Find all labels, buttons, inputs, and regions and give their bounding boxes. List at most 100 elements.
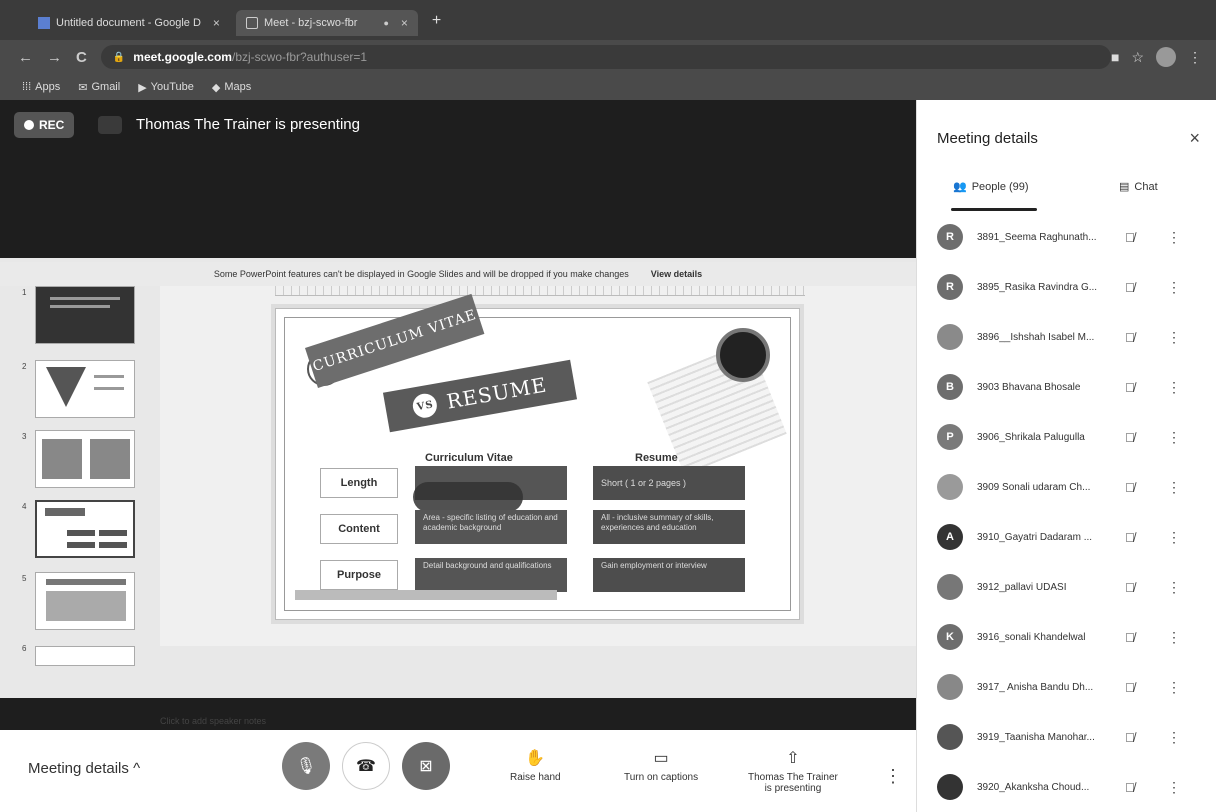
menu-icon[interactable]: ⋮: [1188, 49, 1202, 66]
tab-label: Meet - bzj-scwo-fbr: [263, 17, 358, 29]
participant-name: 3920_Akanksha Choud...: [977, 781, 1090, 793]
more-vert-icon[interactable]: ⋮: [1167, 729, 1181, 746]
tab-docs[interactable]: Untitled document - Google D ×: [28, 10, 230, 36]
star-icon[interactable]: ☆: [1131, 49, 1144, 66]
bookmark-apps[interactable]: ⁞⁞⁞ Apps: [22, 81, 60, 93]
more-vert-icon[interactable]: ⋮: [1167, 579, 1181, 596]
more-vert-icon[interactable]: ⋮: [1167, 779, 1181, 796]
participant-name: 3896__Ishshah Isabel M...: [977, 331, 1095, 343]
mic-muted-icon: 🎙̸: [1125, 729, 1135, 745]
camera-indicator-icon[interactable]: ■: [1111, 49, 1119, 65]
docs-icon: [38, 17, 50, 29]
participant-name: 3917_ Anisha Bandu Dh...: [977, 681, 1094, 693]
tab-indicator: [951, 208, 1037, 211]
participant-row[interactable]: A 3910_Gayatri Dadaram ... 🎙̸ ⋮: [917, 512, 1216, 562]
mic-toggle-button[interactable]: 🎙: [282, 742, 330, 790]
more-vert-icon[interactable]: ⋮: [1167, 429, 1181, 446]
participant-avatar: R: [937, 274, 963, 300]
address-bar[interactable]: 🔒 meet.google.com /bzj-scwo-fbr?authuser…: [100, 45, 1111, 69]
rec-badge: REC: [14, 112, 75, 138]
participant-row[interactable]: 3896__Ishshah Isabel M... 🎙̸ ⋮: [917, 312, 1216, 362]
recording-dot-icon: ●: [383, 18, 389, 28]
bookmark-label: YouTube: [150, 81, 194, 93]
slide-thumb[interactable]: [35, 286, 135, 344]
participant-row[interactable]: R 3891_Seema Raghunath... 🎙̸ ⋮: [917, 212, 1216, 262]
gmail-icon: ✉: [78, 81, 88, 94]
participant-avatar: [937, 774, 963, 800]
screen: Untitled document - Google D × Meet - bz…: [0, 0, 1216, 812]
present-icon: ⇧: [786, 750, 800, 767]
more-vert-icon[interactable]: ⋮: [1167, 329, 1181, 346]
more-vert-icon[interactable]: ⋮: [1167, 679, 1181, 696]
slide-thumb[interactable]: [35, 572, 135, 630]
slide-control-pill[interactable]: [413, 482, 523, 512]
slide-thumb-selected[interactable]: [35, 500, 135, 558]
mic-muted-icon: 🎙̸: [1125, 529, 1135, 545]
thumb-number: 6: [22, 644, 27, 653]
tab-meet[interactable]: Meet - bzj-scwo-fbr ● ×: [235, 10, 418, 36]
participant-row[interactable]: 3912_pallavi UDASI 🎙̸ ⋮: [917, 562, 1216, 612]
cv-cell: Detail background and qualifications: [415, 558, 567, 592]
participant-avatar: R: [937, 224, 963, 250]
maps-icon: ◆: [211, 81, 221, 94]
new-tab-button[interactable]: +: [424, 10, 449, 32]
participant-row[interactable]: 3919_Taanisha Manohar... 🎙̸ ⋮: [917, 712, 1216, 762]
captions-button[interactable]: ▭ Turn on captions: [624, 748, 698, 783]
meeting-details-toggle[interactable]: Meeting details ^: [28, 760, 140, 777]
view-details-link[interactable]: View details: [651, 269, 702, 279]
camera-toggle-button[interactable]: ⊠: [402, 742, 450, 790]
participant-row[interactable]: R 3895_Rasika Ravindra G... 🎙̸ ⋮: [917, 262, 1216, 312]
participant-row[interactable]: P 3906_Shrikala Palugulla 🎙̸ ⋮: [917, 412, 1216, 462]
slide[interactable]: CURRICULUM VITAE VS RESUME Curriculum Vit…: [275, 293, 800, 620]
tab-chat[interactable]: ▤ Chat: [1119, 180, 1158, 194]
row-label: Length: [320, 468, 398, 498]
raise-hand-button[interactable]: ✋ Raise hand: [510, 748, 561, 783]
bookmark-maps[interactable]: ◆ Maps: [212, 81, 251, 94]
toolbar-right: ■ ☆ ⋮: [1111, 47, 1216, 67]
tab-people-label: People (99): [971, 180, 1029, 193]
panel-title: Meeting details: [937, 130, 1038, 147]
mic-muted-icon: 🎙̸: [1125, 329, 1135, 345]
more-vert-icon[interactable]: ⋮: [1167, 229, 1181, 246]
back-icon[interactable]: ←: [18, 49, 33, 66]
tab-people[interactable]: 👥 People (99): [953, 180, 1029, 194]
participant-row[interactable]: K 3916_sonali Khandelwal 🎙̸ ⋮: [917, 612, 1216, 662]
presenter-avatar: [98, 116, 122, 134]
presenting-button[interactable]: ⇧ Thomas The Trainer is presenting: [748, 748, 838, 794]
slide-thumb[interactable]: [35, 430, 135, 488]
slide-thumb[interactable]: [35, 646, 135, 666]
thumb-number: 5: [22, 574, 27, 583]
participant-row[interactable]: 3920_Akanksha Choud... 🎙̸ ⋮: [917, 762, 1216, 812]
participant-row[interactable]: 3909 Sonali udaram Ch... 🎙̸ ⋮: [917, 462, 1216, 512]
browser-toolbar: ← → C 🔒 meet.google.com /bzj-scwo-fbr?au…: [0, 40, 1216, 74]
presenting-label-2: is presenting: [764, 783, 822, 794]
participant-avatar: A: [937, 524, 963, 550]
more-vert-icon[interactable]: ⋮: [1167, 479, 1181, 496]
bookmark-youtube[interactable]: ▶ YouTube: [138, 81, 194, 94]
close-icon[interactable]: ×: [1189, 128, 1200, 149]
slide-thumb[interactable]: [35, 360, 135, 418]
youtube-icon: ▶: [138, 81, 147, 94]
rec-label: REC: [39, 118, 65, 132]
speaker-notes[interactable]: Click to add speaker notes: [160, 716, 266, 726]
record-dot-icon: [24, 120, 34, 130]
bookmark-label: Apps: [35, 81, 61, 93]
more-vert-icon[interactable]: ⋮: [1167, 629, 1181, 646]
reload-icon[interactable]: C: [76, 49, 87, 66]
presenting-label-1: Thomas The Trainer: [748, 772, 838, 783]
participant-avatar: [937, 674, 963, 700]
more-options-icon[interactable]: ⋮: [884, 766, 902, 787]
more-vert-icon[interactable]: ⋮: [1167, 279, 1181, 296]
hang-up-button[interactable]: ☎: [342, 742, 390, 790]
participant-row[interactable]: B 3903 Bhavana Bhosale 🎙̸ ⋮: [917, 362, 1216, 412]
profile-avatar[interactable]: [1156, 47, 1176, 67]
more-vert-icon[interactable]: ⋮: [1167, 529, 1181, 546]
participant-row[interactable]: 3917_ Anisha Bandu Dh... 🎙̸ ⋮: [917, 662, 1216, 712]
forward-icon[interactable]: →: [47, 49, 62, 66]
warning-text: Some PowerPoint features can't be displa…: [213, 269, 629, 279]
mic-muted-icon: 🎙̸: [1125, 779, 1135, 795]
bookmark-gmail[interactable]: ✉ Gmail: [78, 81, 120, 94]
tab-close-icon[interactable]: ×: [401, 16, 408, 30]
more-vert-icon[interactable]: ⋮: [1167, 379, 1181, 396]
tab-close-icon[interactable]: ×: [213, 16, 220, 30]
